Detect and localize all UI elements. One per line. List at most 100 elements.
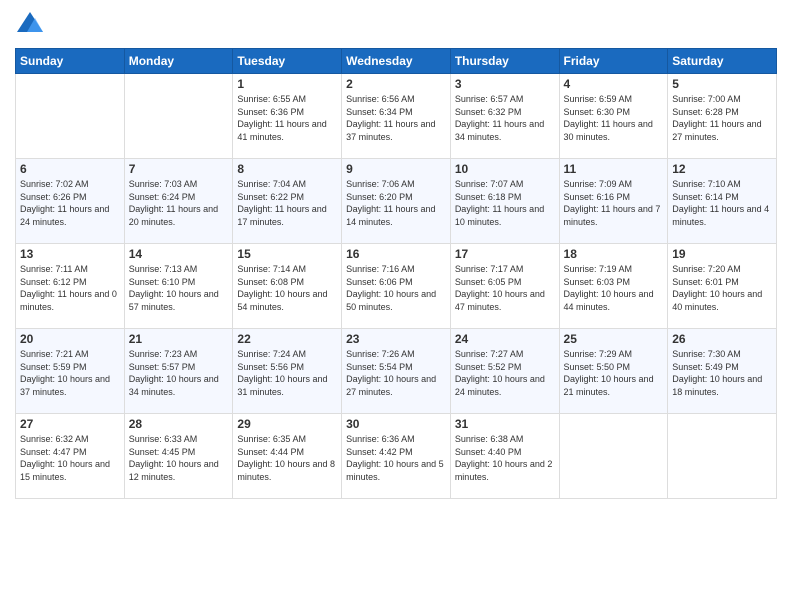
day-number: 16: [346, 247, 446, 261]
calendar-cell: 8 Sunrise: 7:04 AM Sunset: 6:22 PM Daylig…: [233, 159, 342, 244]
day-info: Sunrise: 6:59 AM Sunset: 6:30 PM Dayligh…: [564, 93, 664, 143]
day-number: 31: [455, 417, 555, 431]
day-info: Sunrise: 7:29 AM Sunset: 5:50 PM Dayligh…: [564, 348, 664, 398]
day-number: 3: [455, 77, 555, 91]
calendar-week-2: 6Sunrise: 7:02 AM Sunset: 6:26 PM Daylig…: [16, 159, 777, 244]
day-number: 21: [129, 332, 229, 346]
day-info: Sunrise: 7:07 AM Sunset: 6:18 PM Dayligh…: [455, 178, 555, 228]
day-number: 24: [455, 332, 555, 346]
day-number: 30: [346, 417, 446, 431]
calendar-cell: 9 Sunrise: 7:06 AM Sunset: 6:20 PM Daylig…: [342, 159, 451, 244]
calendar-cell: 12 Sunrise: 7:10 AM Sunset: 6:14 PM Dayli…: [668, 159, 777, 244]
day-number: 23: [346, 332, 446, 346]
page-container: SundayMondayTuesdayWednesdayThursdayFrid…: [0, 0, 792, 612]
day-number: 29: [237, 417, 337, 431]
day-info: Sunrise: 7:10 AM Sunset: 6:14 PM Dayligh…: [672, 178, 772, 228]
day-number: 5: [672, 77, 772, 91]
calendar-cell: [668, 414, 777, 499]
day-info: Sunrise: 7:19 AM Sunset: 6:03 PM Dayligh…: [564, 263, 664, 313]
day-number: 18: [564, 247, 664, 261]
day-number: 1: [237, 77, 337, 91]
day-number: 13: [20, 247, 120, 261]
calendar-cell: 30 Sunrise: 6:36 AM Sunset: 4:42 PM Dayli…: [342, 414, 451, 499]
day-number: 6: [20, 162, 120, 176]
day-number: 22: [237, 332, 337, 346]
calendar-cell: 5 Sunrise: 7:00 AM Sunset: 6:28 PM Daylig…: [668, 74, 777, 159]
calendar-cell: [124, 74, 233, 159]
calendar-table: SundayMondayTuesdayWednesdayThursdayFrid…: [15, 48, 777, 499]
day-number: 17: [455, 247, 555, 261]
calendar-cell: 24 Sunrise: 7:27 AM Sunset: 5:52 PM Dayli…: [450, 329, 559, 414]
day-info: Sunrise: 7:04 AM Sunset: 6:22 PM Dayligh…: [237, 178, 337, 228]
day-info: Sunrise: 7:23 AM Sunset: 5:57 PM Dayligh…: [129, 348, 229, 398]
day-info: Sunrise: 7:24 AM Sunset: 5:56 PM Dayligh…: [237, 348, 337, 398]
calendar-cell: 7Sunrise: 7:03 AM Sunset: 6:24 PM Daylig…: [124, 159, 233, 244]
day-number: 12: [672, 162, 772, 176]
calendar-cell: 14 Sunrise: 7:13 AM Sunset: 6:10 PM Dayli…: [124, 244, 233, 329]
day-info: Sunrise: 7:00 AM Sunset: 6:28 PM Dayligh…: [672, 93, 772, 143]
day-info: Sunrise: 7:03 AM Sunset: 6:24 PM Dayligh…: [129, 178, 229, 228]
calendar-cell: 4 Sunrise: 6:59 AM Sunset: 6:30 PM Daylig…: [559, 74, 668, 159]
calendar-cell: 16 Sunrise: 7:16 AM Sunset: 6:06 PM Dayli…: [342, 244, 451, 329]
day-number: 25: [564, 332, 664, 346]
day-number: 2: [346, 77, 446, 91]
calendar-cell: [16, 74, 125, 159]
day-info: Sunrise: 7:27 AM Sunset: 5:52 PM Dayligh…: [455, 348, 555, 398]
day-info: Sunrise: 7:26 AM Sunset: 5:54 PM Dayligh…: [346, 348, 446, 398]
day-info: Sunrise: 7:14 AM Sunset: 6:08 PM Dayligh…: [237, 263, 337, 313]
day-number: 26: [672, 332, 772, 346]
calendar-cell: 21 Sunrise: 7:23 AM Sunset: 5:57 PM Dayli…: [124, 329, 233, 414]
day-info: Sunrise: 6:55 AM Sunset: 6:36 PM Dayligh…: [237, 93, 337, 143]
calendar-week-3: 13 Sunrise: 7:11 AM Sunset: 6:12 PM Dayli…: [16, 244, 777, 329]
day-info: Sunrise: 6:36 AM Sunset: 4:42 PM Dayligh…: [346, 433, 446, 483]
day-number: 9: [346, 162, 446, 176]
weekday-header-friday: Friday: [559, 49, 668, 74]
day-info: Sunrise: 6:57 AM Sunset: 6:32 PM Dayligh…: [455, 93, 555, 143]
calendar-cell: 19 Sunrise: 7:20 AM Sunset: 6:01 PM Dayli…: [668, 244, 777, 329]
calendar-cell: 2Sunrise: 6:56 AM Sunset: 6:34 PM Daylig…: [342, 74, 451, 159]
day-number: 15: [237, 247, 337, 261]
day-info: Sunrise: 7:13 AM Sunset: 6:10 PM Dayligh…: [129, 263, 229, 313]
day-info: Sunrise: 7:16 AM Sunset: 6:06 PM Dayligh…: [346, 263, 446, 313]
page-header: [15, 10, 777, 40]
calendar-cell: 17 Sunrise: 7:17 AM Sunset: 6:05 PM Dayli…: [450, 244, 559, 329]
weekday-header-tuesday: Tuesday: [233, 49, 342, 74]
calendar-week-5: 27Sunrise: 6:32 AM Sunset: 4:47 PM Dayli…: [16, 414, 777, 499]
calendar-cell: 20 Sunrise: 7:21 AM Sunset: 5:59 PM Dayli…: [16, 329, 125, 414]
logo-icon: [15, 10, 45, 40]
calendar-cell: 10 Sunrise: 7:07 AM Sunset: 6:18 PM Dayli…: [450, 159, 559, 244]
calendar-cell: 28Sunrise: 6:33 AM Sunset: 4:45 PM Dayli…: [124, 414, 233, 499]
day-number: 19: [672, 247, 772, 261]
weekday-header-saturday: Saturday: [668, 49, 777, 74]
day-number: 20: [20, 332, 120, 346]
day-info: Sunrise: 7:17 AM Sunset: 6:05 PM Dayligh…: [455, 263, 555, 313]
day-info: Sunrise: 7:06 AM Sunset: 6:20 PM Dayligh…: [346, 178, 446, 228]
weekday-header-thursday: Thursday: [450, 49, 559, 74]
day-info: Sunrise: 7:11 AM Sunset: 6:12 PM Dayligh…: [20, 263, 120, 313]
weekday-header-wednesday: Wednesday: [342, 49, 451, 74]
weekday-header-monday: Monday: [124, 49, 233, 74]
day-number: 28: [129, 417, 229, 431]
calendar-week-1: 1 Sunrise: 6:55 AM Sunset: 6:36 PM Daylig…: [16, 74, 777, 159]
day-number: 8: [237, 162, 337, 176]
calendar-cell: 6Sunrise: 7:02 AM Sunset: 6:26 PM Daylig…: [16, 159, 125, 244]
day-info: Sunrise: 7:20 AM Sunset: 6:01 PM Dayligh…: [672, 263, 772, 313]
calendar-cell: 26 Sunrise: 7:30 AM Sunset: 5:49 PM Dayli…: [668, 329, 777, 414]
logo: [15, 10, 49, 40]
day-number: 27: [20, 417, 120, 431]
calendar-cell: [559, 414, 668, 499]
day-info: Sunrise: 7:21 AM Sunset: 5:59 PM Dayligh…: [20, 348, 120, 398]
day-info: Sunrise: 7:30 AM Sunset: 5:49 PM Dayligh…: [672, 348, 772, 398]
day-info: Sunrise: 6:38 AM Sunset: 4:40 PM Dayligh…: [455, 433, 555, 483]
day-info: Sunrise: 6:35 AM Sunset: 4:44 PM Dayligh…: [237, 433, 337, 483]
calendar-cell: 25 Sunrise: 7:29 AM Sunset: 5:50 PM Dayli…: [559, 329, 668, 414]
day-number: 14: [129, 247, 229, 261]
calendar-cell: 23 Sunrise: 7:26 AM Sunset: 5:54 PM Dayli…: [342, 329, 451, 414]
day-number: 11: [564, 162, 664, 176]
weekday-header-sunday: Sunday: [16, 49, 125, 74]
weekday-header-row: SundayMondayTuesdayWednesdayThursdayFrid…: [16, 49, 777, 74]
calendar-cell: 13 Sunrise: 7:11 AM Sunset: 6:12 PM Dayli…: [16, 244, 125, 329]
day-number: 10: [455, 162, 555, 176]
calendar-cell: 15 Sunrise: 7:14 AM Sunset: 6:08 PM Dayli…: [233, 244, 342, 329]
day-number: 4: [564, 77, 664, 91]
